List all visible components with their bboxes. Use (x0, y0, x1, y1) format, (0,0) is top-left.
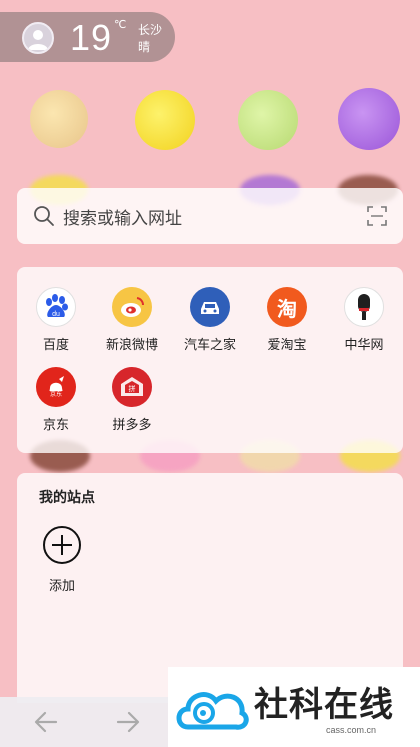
svg-text:du: du (52, 311, 60, 318)
microphone-icon (344, 287, 384, 327)
weather-widget[interactable]: 19 ℃ 长沙 晴 (0, 12, 175, 62)
temperature: 19 (70, 17, 113, 58)
quick-link-jd[interactable]: 京东 京东 (21, 367, 91, 433)
quick-link-autohome[interactable]: 汽车之家 (175, 287, 245, 353)
cookie-decoration (238, 90, 298, 150)
quick-link-label: 新浪微博 (105, 338, 158, 353)
weibo-icon (112, 287, 152, 327)
quick-link-pinduoduo[interactable]: 拼 拼多多 (97, 367, 167, 433)
car-icon (190, 287, 230, 327)
temperature-unit: ℃ (114, 18, 127, 31)
taobao-icon: 淘 (267, 287, 307, 327)
user-icon (28, 30, 48, 50)
scan-icon[interactable] (367, 206, 387, 226)
cloud-logo-icon (176, 692, 249, 730)
avatar[interactable] (22, 22, 54, 54)
quick-link-label: 百度 (42, 338, 69, 353)
quick-link-weibo[interactable]: 新浪微博 (97, 287, 167, 353)
weather-condition: 晴 (138, 40, 151, 54)
svg-text:拼: 拼 (129, 384, 136, 393)
quick-link-label: 拼多多 (112, 418, 152, 433)
pinduoduo-icon: 拼 (112, 367, 152, 407)
cookie-decoration (30, 90, 88, 148)
quick-link-label: 汽车之家 (183, 338, 236, 353)
jd-icon: 京东 (36, 367, 76, 407)
watermark: 社科在线 cass.com.cn (168, 667, 420, 747)
search-input[interactable]: 搜索或输入网址 (63, 204, 182, 229)
forward-arrow-icon[interactable] (114, 709, 142, 735)
add-site-button[interactable] (42, 525, 82, 565)
my-sites-title: 我的站点 (39, 490, 95, 506)
quick-links-panel: du 百度 新浪微博 汽车之家 淘 爱淘宝 中华网 京东 京东 拼 拼多多 (17, 267, 403, 453)
quick-link-label: 爱淘宝 (267, 338, 307, 353)
back-arrow-icon[interactable] (32, 709, 60, 735)
cookie-decoration (338, 88, 400, 150)
svg-text:京东: 京东 (50, 390, 62, 398)
cookie-decoration (135, 90, 195, 150)
watermark-text: 社科在线 (254, 685, 394, 725)
baidu-icon: du (36, 287, 76, 327)
search-icon (34, 206, 54, 226)
search-bar[interactable]: 搜索或输入网址 (17, 188, 403, 244)
city-name: 长沙 (138, 23, 163, 37)
quick-link-china[interactable]: 中华网 (329, 287, 399, 353)
quick-link-label: 京东 (42, 418, 69, 433)
add-site-label: 添加 (48, 579, 75, 594)
watermark-subtext: cass.com.cn (326, 725, 377, 735)
quick-link-taobao[interactable]: 淘 爱淘宝 (252, 287, 322, 353)
quick-link-baidu[interactable]: du 百度 (21, 287, 91, 353)
quick-link-label: 中华网 (344, 338, 384, 353)
